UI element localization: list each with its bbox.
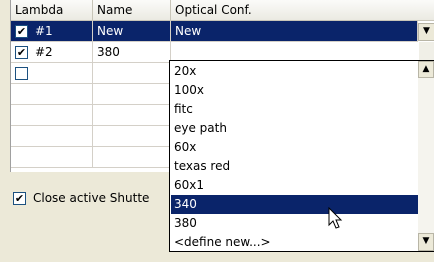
header-optical-conf[interactable]: Optical Conf.	[171, 0, 434, 21]
empty-cell	[11, 105, 93, 126]
row2-name[interactable]: 380	[93, 42, 171, 63]
header-lambda[interactable]: Lambda	[11, 0, 93, 21]
option-380[interactable]: 380	[171, 214, 418, 233]
empty-cell	[93, 147, 171, 168]
option-texas-red[interactable]: texas red	[171, 157, 418, 176]
row1-checkbox[interactable]: ✔	[15, 25, 28, 38]
option-20x[interactable]: 20x	[171, 62, 418, 81]
close-shutter-checkbox[interactable]: ✔	[13, 192, 26, 205]
empty-cell	[11, 84, 93, 105]
combo-dropdown-button[interactable]: ▼	[418, 23, 434, 41]
row3-name[interactable]	[93, 63, 171, 84]
option-100x[interactable]: 100x	[171, 81, 418, 100]
empty-cell	[93, 84, 171, 105]
option-60x1[interactable]: 60x1	[171, 176, 418, 195]
row3-checkbox[interactable]	[15, 67, 28, 80]
empty-cell	[93, 105, 171, 126]
close-shutter-option[interactable]: ✔ Close active Shutte	[13, 190, 173, 208]
empty-cell	[11, 147, 93, 168]
mouse-cursor-icon	[328, 207, 343, 229]
option-60x[interactable]: 60x	[171, 138, 418, 157]
row2-checkbox[interactable]: ✔	[15, 46, 28, 59]
option-fitc[interactable]: fitc	[171, 100, 418, 119]
empty-cell	[93, 126, 171, 147]
scroll-down-button[interactable]: ▼	[418, 233, 434, 251]
option-340[interactable]: 340	[171, 195, 418, 214]
dropdown-scrollbar[interactable]	[418, 61, 434, 251]
row1-lambda-label: #1	[35, 24, 53, 38]
row1-lambda[interactable]: ✔ #1	[11, 21, 93, 42]
option-define-new[interactable]: <define new...>	[171, 233, 418, 251]
scroll-up-button[interactable]: ▲	[418, 61, 434, 78]
chevron-down-icon: ▼	[422, 236, 430, 246]
optical-conf-dropdown[interactable]: 20x 100x fitc eye path 60x texas red 60x…	[169, 60, 434, 252]
chevron-up-icon: ▲	[422, 64, 430, 74]
empty-cell	[11, 126, 93, 147]
header-name[interactable]: Name	[93, 0, 171, 21]
close-shutter-label: Close active Shutte	[33, 191, 150, 205]
row1-name[interactable]: New	[93, 21, 171, 42]
chevron-down-icon: ▼	[423, 26, 430, 36]
row1-optical-combo[interactable]: New	[171, 21, 418, 42]
row2-lambda-label: #2	[35, 45, 53, 59]
option-eye-path[interactable]: eye path	[171, 119, 418, 138]
row3-lambda[interactable]	[11, 63, 93, 84]
row2-lambda[interactable]: ✔ #2	[11, 42, 93, 63]
